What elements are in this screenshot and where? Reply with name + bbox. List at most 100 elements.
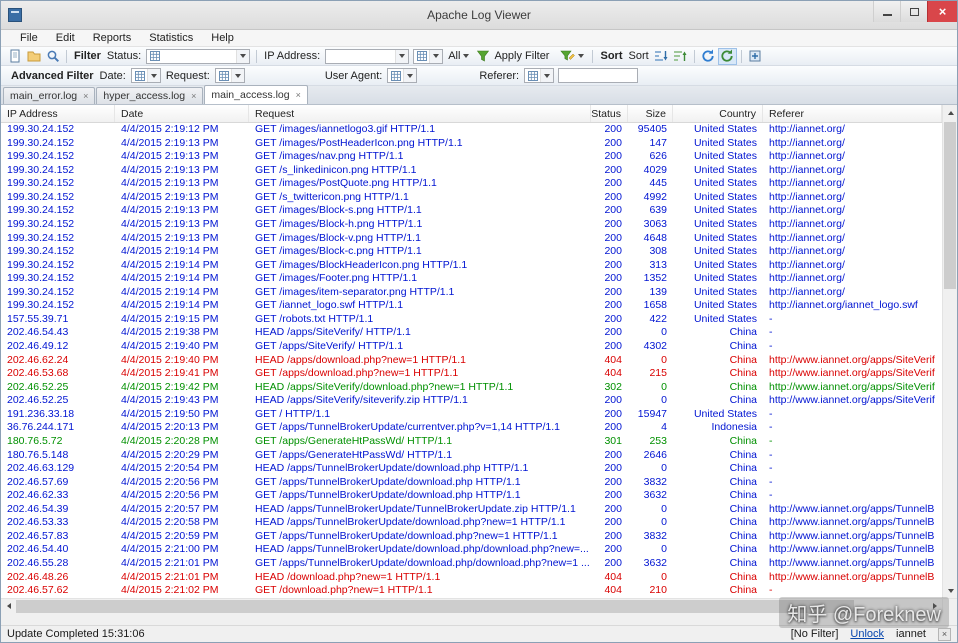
cell-request: HEAD /apps/TunnelBrokerUpdate/download.p…: [255, 543, 589, 556]
column-header-status[interactable]: Status: [591, 105, 628, 122]
table-row[interactable]: 199.30.24.152 4/4/2015 2:19:14 PM GET /i…: [1, 259, 942, 273]
cell-request: HEAD /apps/SiteVerify/ HTTP/1.1: [255, 326, 411, 339]
tab-main-error-log[interactable]: main_error.log ×: [3, 87, 96, 104]
table-row[interactable]: 202.46.57.62 4/4/2015 2:21:02 PM GET /do…: [1, 584, 942, 598]
cell-request: GET /images/Footer.png HTTP/1.1: [255, 272, 418, 285]
maximize-button[interactable]: [900, 1, 927, 22]
horizontal-scroll-thumb[interactable]: [16, 599, 855, 613]
table-row[interactable]: 202.46.54.40 4/4/2015 2:21:00 PM HEAD /a…: [1, 543, 942, 557]
table-row[interactable]: 199.30.24.152 4/4/2015 2:19:13 PM GET /i…: [1, 218, 942, 232]
table-row[interactable]: 202.46.54.43 4/4/2015 2:19:38 PM HEAD /a…: [1, 326, 942, 340]
vertical-scroll-thumb[interactable]: [944, 122, 956, 289]
table-row[interactable]: 202.46.52.25 4/4/2015 2:19:42 PM HEAD /a…: [1, 381, 942, 395]
scroll-left-icon[interactable]: [1, 599, 16, 614]
table-row[interactable]: 202.46.52.25 4/4/2015 2:19:43 PM HEAD /a…: [1, 394, 942, 408]
scroll-down-icon[interactable]: [943, 583, 957, 598]
column-header-date[interactable]: Date: [115, 105, 249, 122]
filter-edit-dropdown[interactable]: [554, 48, 588, 65]
cell-referer: http://www.iannet.org/apps/SiteVerif: [769, 394, 935, 407]
sort-descending-icon[interactable]: [671, 48, 690, 65]
table-row[interactable]: 202.46.62.33 4/4/2015 2:20:56 PM GET /ap…: [1, 489, 942, 503]
cell-status: 200: [604, 462, 622, 475]
close-button[interactable]: ×: [927, 1, 957, 22]
close-tab-icon[interactable]: ×: [191, 91, 196, 101]
referer-filter-input[interactable]: [558, 68, 639, 83]
menu-edit[interactable]: Edit: [47, 31, 84, 45]
chevron-down-icon: [236, 49, 250, 63]
close-tab-icon[interactable]: ×: [83, 91, 88, 101]
table-row[interactable]: 199.30.24.152 4/4/2015 2:19:13 PM GET /s…: [1, 164, 942, 178]
table-row[interactable]: 202.46.57.83 4/4/2015 2:20:59 PM GET /ap…: [1, 530, 942, 544]
table-row[interactable]: 199.30.24.152 4/4/2015 2:19:13 PM GET /i…: [1, 177, 942, 191]
close-tab-icon[interactable]: ×: [296, 90, 301, 100]
table-row[interactable]: 202.46.54.39 4/4/2015 2:20:57 PM HEAD /a…: [1, 503, 942, 517]
table-row[interactable]: 199.30.24.152 4/4/2015 2:19:14 PM GET /i…: [1, 286, 942, 300]
vertical-scrollbar[interactable]: [942, 105, 957, 613]
scroll-up-icon[interactable]: [943, 105, 957, 120]
table-row[interactable]: 191.236.33.18 4/4/2015 2:19:50 PM GET / …: [1, 408, 942, 422]
match-mode-dropdown-icon[interactable]: [463, 54, 470, 58]
tab-main-access-log[interactable]: main_access.log ×: [204, 85, 308, 104]
table-row[interactable]: 199.30.24.152 4/4/2015 2:19:14 PM GET /i…: [1, 299, 942, 313]
apply-filter-button[interactable]: Apply Filter: [473, 48, 554, 65]
open-file-icon[interactable]: [5, 48, 24, 65]
export-icon[interactable]: [746, 48, 765, 65]
table-row[interactable]: 202.46.49.12 4/4/2015 2:19:40 PM GET /ap…: [1, 340, 942, 354]
table-row[interactable]: 202.46.57.69 4/4/2015 2:20:56 PM GET /ap…: [1, 476, 942, 490]
table-row[interactable]: 202.46.53.68 4/4/2015 2:19:41 PM GET /ap…: [1, 367, 942, 381]
table-row[interactable]: 199.30.24.152 4/4/2015 2:19:14 PM GET /i…: [1, 272, 942, 286]
status-filter-dropdown[interactable]: [146, 48, 251, 64]
cell-status: 200: [604, 407, 622, 420]
column-header-ip[interactable]: IP Address: [1, 105, 115, 122]
table-row[interactable]: 199.30.24.152 4/4/2015 2:19:14 PM GET /i…: [1, 245, 942, 259]
column-header-country[interactable]: Country: [673, 105, 763, 122]
table-row[interactable]: 202.46.63.129 4/4/2015 2:20:54 PM HEAD /…: [1, 462, 942, 476]
cell-ip-address: 199.30.24.152: [7, 190, 75, 203]
table-row[interactable]: 180.76.5.148 4/4/2015 2:20:29 PM GET /ap…: [1, 449, 942, 463]
table-row[interactable]: 157.55.39.71 4/4/2015 2:19:15 PM GET /ro…: [1, 313, 942, 327]
menu-statistics[interactable]: Statistics: [140, 31, 202, 45]
match-mode-value[interactable]: All: [448, 50, 460, 62]
unlock-link[interactable]: Unlock: [850, 628, 884, 640]
refresh-icon[interactable]: [699, 48, 718, 65]
menu-reports[interactable]: Reports: [84, 31, 141, 45]
search-icon[interactable]: [43, 48, 62, 65]
column-header-referer[interactable]: Referer: [763, 105, 942, 122]
date-filter-dropdown[interactable]: [130, 68, 161, 83]
table-row[interactable]: 202.46.53.33 4/4/2015 2:20:58 PM HEAD /a…: [1, 516, 942, 530]
menu-help[interactable]: Help: [202, 31, 243, 45]
auto-refresh-icon[interactable]: [717, 47, 737, 65]
menu-file[interactable]: File: [11, 31, 47, 45]
sort-field-value[interactable]: Sort: [628, 50, 648, 62]
ip-filter-options-dropdown[interactable]: [413, 48, 444, 64]
column-header-request[interactable]: Request: [249, 105, 591, 122]
title-bar[interactable]: Apache Log Viewer ×: [1, 1, 957, 30]
clear-filter-icon[interactable]: ×: [938, 627, 951, 641]
referer-filter-dropdown[interactable]: [524, 68, 555, 83]
open-folder-icon[interactable]: [24, 48, 43, 65]
cell-ip-address: 199.30.24.152: [7, 245, 75, 258]
table-row[interactable]: 199.30.24.152 4/4/2015 2:19:13 PM GET /i…: [1, 150, 942, 164]
column-header-size[interactable]: Size: [628, 105, 673, 122]
table-row[interactable]: 199.30.24.152 4/4/2015 2:19:13 PM GET /i…: [1, 137, 942, 151]
cell-country: China: [729, 489, 757, 502]
table-row[interactable]: 202.46.48.26 4/4/2015 2:21:01 PM HEAD /d…: [1, 571, 942, 585]
table-row[interactable]: 199.30.24.152 4/4/2015 2:19:13 PM GET /i…: [1, 232, 942, 246]
cell-country: United States: [693, 177, 757, 190]
table-row[interactable]: 199.30.24.152 4/4/2015 2:19:13 PM GET /i…: [1, 204, 942, 218]
cell-date: 4/4/2015 2:19:13 PM: [121, 231, 219, 244]
sort-ascending-icon[interactable]: [652, 48, 671, 65]
request-filter-dropdown[interactable]: [214, 68, 245, 83]
user-agent-filter-dropdown[interactable]: [387, 68, 418, 83]
cell-referer: http://iannet.org/: [769, 245, 845, 258]
table-row[interactable]: 199.30.24.152 4/4/2015 2:19:12 PM GET /i…: [1, 123, 942, 137]
table-row[interactable]: 202.46.62.24 4/4/2015 2:19:40 PM HEAD /a…: [1, 354, 942, 368]
table-row[interactable]: 36.76.244.171 4/4/2015 2:20:13 PM GET /a…: [1, 421, 942, 435]
table-row[interactable]: 202.46.55.28 4/4/2015 2:21:01 PM GET /ap…: [1, 557, 942, 571]
ip-address-combo[interactable]: [325, 48, 410, 64]
minimize-button[interactable]: [873, 1, 900, 22]
table-row[interactable]: 199.30.24.152 4/4/2015 2:19:13 PM GET /s…: [1, 191, 942, 205]
cell-referer: http://www.iannet.org/apps/TunnelB: [769, 529, 935, 542]
table-row[interactable]: 180.76.5.72 4/4/2015 2:20:28 PM GET /app…: [1, 435, 942, 449]
tab-hyper-access-log[interactable]: hyper_access.log ×: [96, 87, 204, 104]
